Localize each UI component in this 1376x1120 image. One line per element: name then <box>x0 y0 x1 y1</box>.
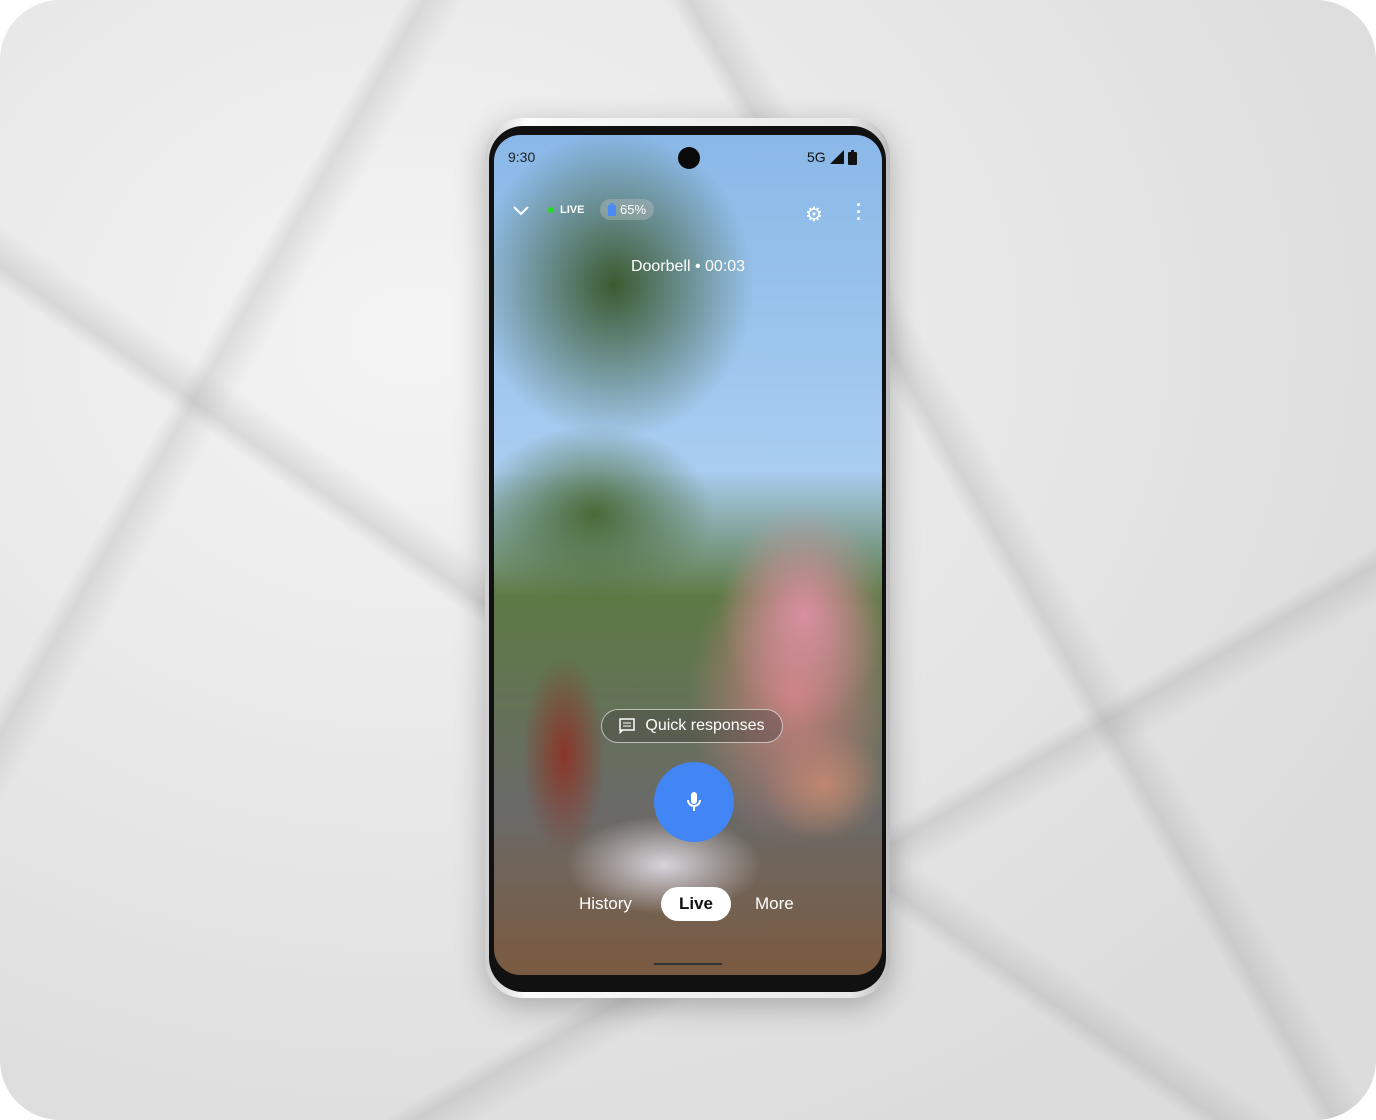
status-time: 9:30 <box>508 149 536 165</box>
quick-responses-button[interactable]: Quick responses <box>601 709 783 743</box>
gesture-bar[interactable] <box>654 963 722 965</box>
camera-feed: 9:30 5G LIVE 65% ⚙ · · · Doorbell • 00:03 … <box>494 135 882 975</box>
battery-percent: 65% <box>620 202 647 217</box>
tab-more[interactable]: More <box>755 887 794 921</box>
network-label: 5G <box>807 149 826 165</box>
live-label: LIVE <box>560 204 585 216</box>
live-dot <box>548 207 554 213</box>
message-icon <box>619 718 636 734</box>
battery-chip[interactable]: 65% <box>600 199 655 220</box>
tab-history[interactable]: History <box>579 887 632 921</box>
quick-responses-label: Quick responses <box>645 717 765 734</box>
more-options-icon[interactable]: · · · <box>856 196 862 228</box>
front-camera <box>678 147 700 169</box>
battery-icon <box>847 149 857 165</box>
device-battery-icon <box>608 203 616 216</box>
collapse-chevron-icon[interactable] <box>512 205 530 217</box>
signal-icon <box>829 150 844 164</box>
talk-mic-button[interactable] <box>654 762 734 842</box>
camera-title: Doorbell • 00:03 <box>630 258 746 275</box>
tab-live[interactable]: Live <box>661 887 732 921</box>
microphone-icon <box>687 792 701 811</box>
settings-gear-icon[interactable]: ⚙ <box>805 202 823 227</box>
